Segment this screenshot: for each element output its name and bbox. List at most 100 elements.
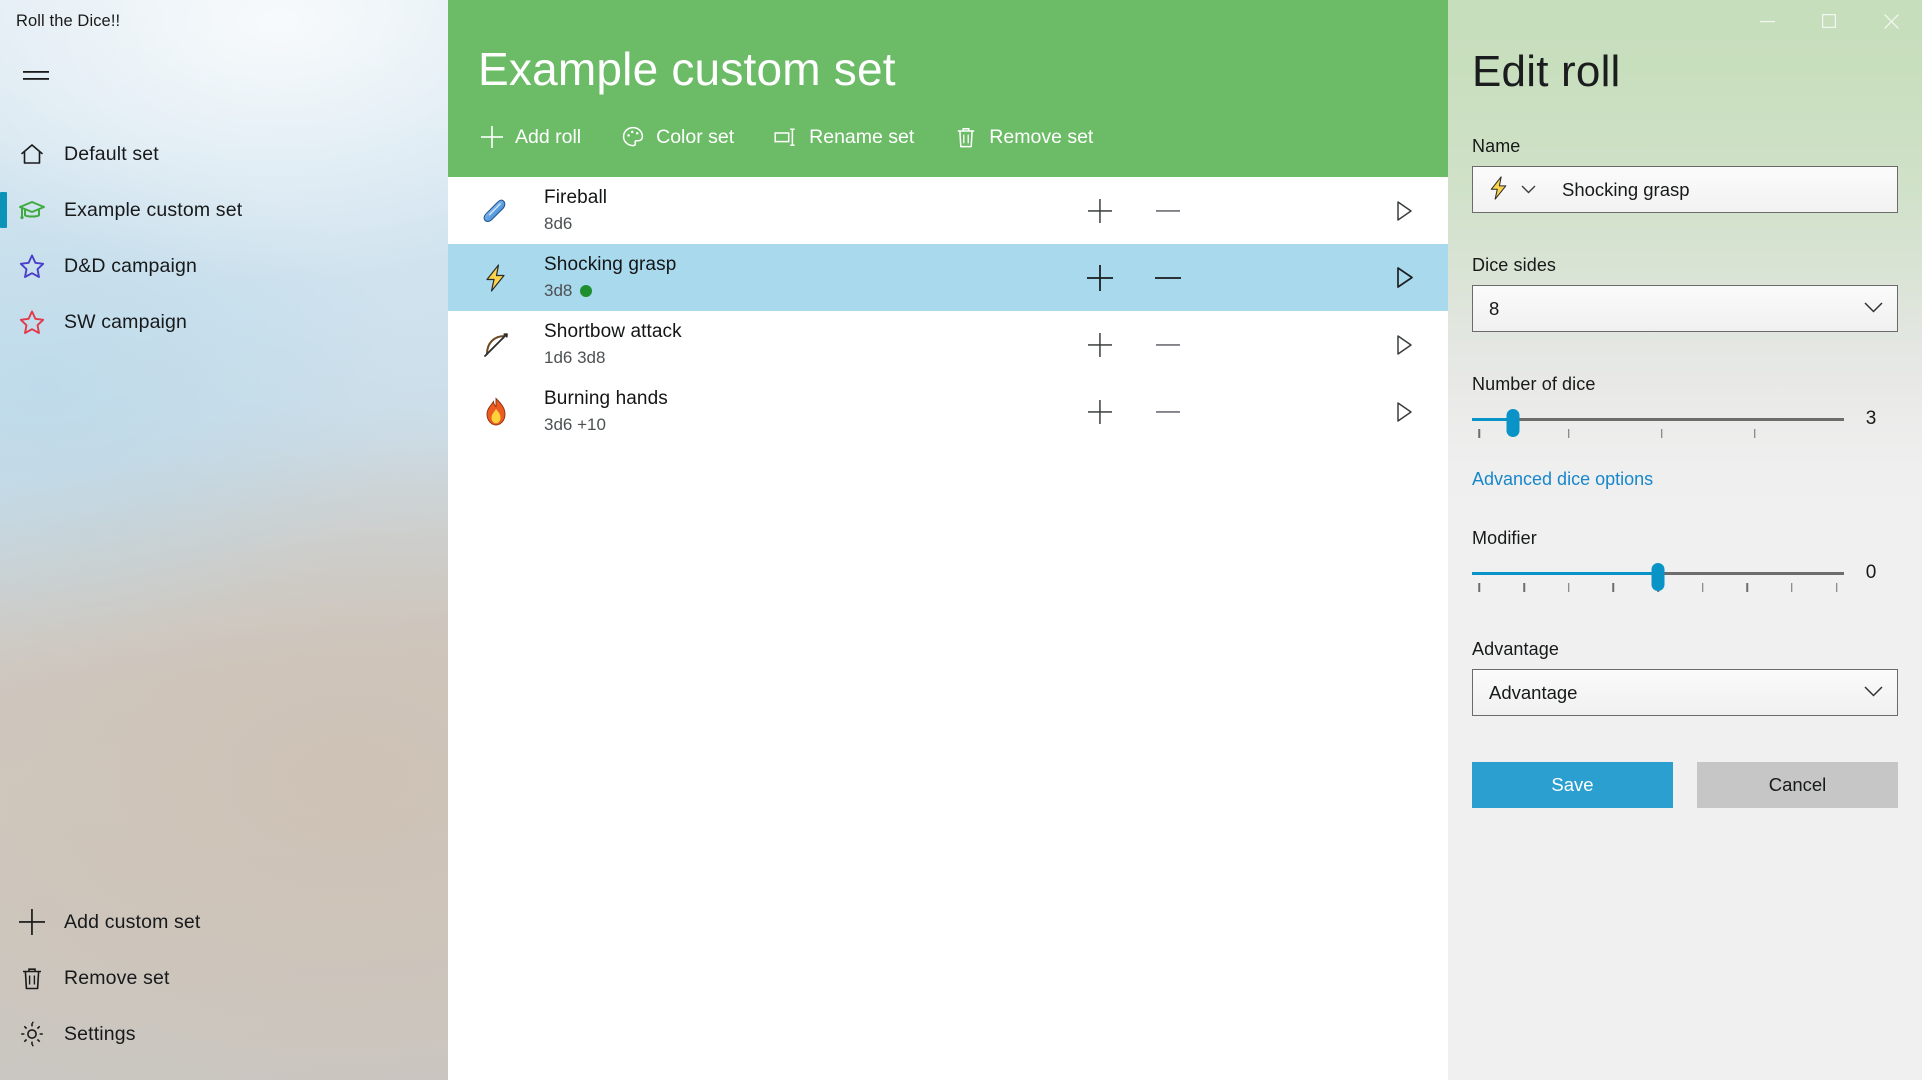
comet-icon — [448, 196, 544, 226]
plus-icon — [0, 909, 64, 935]
roll-name: Shocking grasp — [544, 254, 676, 275]
modifier-slider[interactable] — [1472, 563, 1844, 597]
minimize-icon — [1760, 15, 1775, 28]
roll-formula-row: 3d6 +10 — [544, 414, 1066, 436]
sidebar-item-label: Add custom set — [64, 911, 201, 934]
app-window: Roll the Dice!! — [0, 0, 1922, 1080]
roll-color-dot — [580, 285, 592, 297]
roll-info: Shocking grasp 3d8 — [544, 253, 1066, 301]
decrease-button[interactable] — [1134, 199, 1202, 223]
sidebar-item-settings[interactable]: Settings — [0, 1006, 448, 1062]
close-icon — [1884, 14, 1899, 29]
advanced-dice-options-link[interactable]: Advanced dice options — [1472, 469, 1653, 490]
roll-play-button[interactable] — [1362, 266, 1448, 289]
edit-panel-actions: Save Cancel — [1472, 762, 1898, 808]
trash-icon — [0, 966, 64, 991]
increase-button[interactable] — [1066, 400, 1134, 424]
add-roll-button[interactable]: Add roll — [478, 122, 583, 152]
slider-thumb[interactable] — [1506, 409, 1519, 437]
roll-formula-row: 3d8 — [544, 280, 1066, 302]
name-field[interactable]: Shocking grasp — [1472, 166, 1898, 213]
sidebar-item-sw-campaign[interactable]: SW campaign — [0, 294, 448, 350]
roll-info: Shortbow attack 1d6 3d8 — [544, 320, 1066, 368]
sidebar-item-label: SW campaign — [64, 311, 187, 334]
rename-icon — [774, 125, 798, 149]
set-toolbar: Add roll Color set — [478, 122, 1448, 152]
sidebar-spacer — [0, 350, 448, 894]
window-controls — [1736, 0, 1922, 42]
page-title: Example custom set — [478, 46, 1448, 92]
roll-play-button[interactable] — [1362, 200, 1448, 222]
remove-set-button[interactable]: Remove set — [952, 122, 1095, 152]
cancel-button[interactable]: Cancel — [1697, 762, 1898, 808]
palette-icon — [621, 125, 645, 149]
sidebar-item-label: Default set — [64, 143, 159, 166]
bow-and-arrow-icon — [448, 330, 544, 360]
emoji-picker-button[interactable] — [1483, 175, 1544, 205]
increase-button[interactable] — [1066, 333, 1134, 357]
decrease-button[interactable] — [1134, 265, 1202, 291]
chevron-down-icon — [1864, 684, 1883, 702]
maximize-button[interactable] — [1798, 0, 1860, 42]
advantage-label: Advantage — [1472, 639, 1898, 660]
roll-list: Fireball 8d6 — [448, 177, 1448, 1080]
tool-label: Remove set — [989, 126, 1093, 149]
sidebar-item-default-set[interactable]: Default set — [0, 126, 448, 182]
app-title: Roll the Dice!! — [0, 0, 448, 42]
modifier-label: Modifier — [1472, 528, 1898, 549]
gear-icon — [0, 1021, 64, 1047]
lightning-bolt-icon — [1487, 175, 1511, 205]
save-button[interactable]: Save — [1472, 762, 1673, 808]
roll-formula-row: 8d6 — [544, 213, 1066, 235]
roll-name: Shortbow attack — [544, 321, 682, 342]
color-set-button[interactable]: Color set — [619, 122, 736, 152]
close-button[interactable] — [1860, 0, 1922, 42]
chevron-down-icon — [1864, 300, 1883, 318]
slider-track — [1472, 418, 1844, 421]
advantage-value: Advantage — [1489, 682, 1577, 704]
sidebar-item-label: Remove set — [64, 967, 170, 990]
chevron-down-icon — [1521, 181, 1536, 199]
increase-button[interactable] — [1066, 199, 1134, 223]
table-row[interactable]: Shocking grasp 3d8 — [448, 244, 1448, 311]
dice-sides-value: 8 — [1489, 298, 1499, 320]
modifier-value: 0 — [1844, 563, 1898, 583]
modifier-slider-row: 0 — [1472, 563, 1898, 597]
set-header: Example custom set Add roll — [448, 0, 1448, 177]
decrease-button[interactable] — [1134, 333, 1202, 357]
sidebar-item-add-custom-set[interactable]: Add custom set — [0, 894, 448, 950]
sidebar-item-remove-set[interactable]: Remove set — [0, 950, 448, 1006]
table-row[interactable]: Fireball 8d6 — [448, 177, 1448, 244]
roll-play-button[interactable] — [1362, 401, 1448, 423]
sidebar-item-label: D&D campaign — [64, 255, 197, 278]
slider-thumb[interactable] — [1652, 563, 1665, 591]
sidebar-nav-list: Default set Example custom set — [0, 126, 448, 350]
sidebar-item-example-custom-set[interactable]: Example custom set — [0, 182, 448, 238]
table-row[interactable]: Burning hands 3d6 +10 — [448, 378, 1448, 445]
advantage-select[interactable]: Advantage — [1472, 669, 1898, 716]
sidebar-bottom-list: Add custom set Remove set — [0, 894, 448, 1062]
dice-sides-label: Dice sides — [1472, 255, 1898, 276]
decrease-button[interactable] — [1134, 400, 1202, 424]
minimize-button[interactable] — [1736, 0, 1798, 42]
rename-set-button[interactable]: Rename set — [772, 122, 916, 152]
roll-info: Fireball 8d6 — [544, 186, 1066, 234]
edit-roll-panel: Edit roll Name Shocking grasp Dice sides — [1448, 0, 1922, 1080]
main-content: Example custom set Add roll — [448, 0, 1448, 1080]
slider-ticks — [1472, 429, 1844, 439]
roll-play-button[interactable] — [1362, 334, 1448, 356]
hamburger-menu-button[interactable] — [6, 50, 66, 108]
dice-sides-select[interactable]: 8 — [1472, 285, 1898, 332]
home-icon — [0, 142, 64, 166]
table-row[interactable]: Shortbow attack 1d6 3d8 — [448, 311, 1448, 378]
roll-info: Burning hands 3d6 +10 — [544, 387, 1066, 435]
sidebar-item-dnd-campaign[interactable]: D&D campaign — [0, 238, 448, 294]
sidebar: Roll the Dice!! — [0, 0, 448, 1080]
lightning-bolt-icon — [448, 263, 544, 293]
roll-formula-row: 1d6 3d8 — [544, 347, 1066, 369]
graduation-cap-icon — [0, 197, 64, 223]
number-of-dice-slider[interactable] — [1472, 409, 1844, 443]
increase-button[interactable] — [1066, 265, 1134, 291]
selection-indicator — [0, 192, 7, 228]
number-of-dice-value: 3 — [1844, 409, 1898, 429]
